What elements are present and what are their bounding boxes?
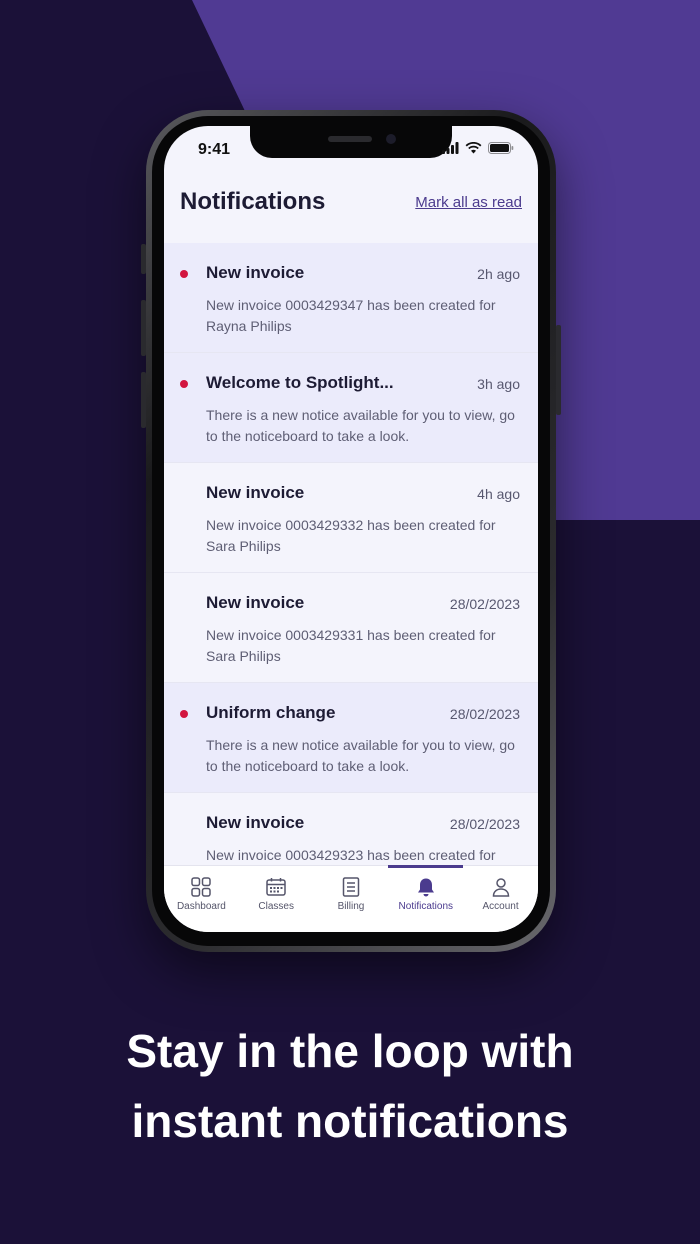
bell-icon	[417, 878, 434, 897]
marketing-caption: Stay in the loop with instant notificati…	[0, 1016, 700, 1156]
notification-title: New invoice	[206, 593, 305, 612]
speaker-grille	[328, 136, 372, 142]
notification-title: New invoice	[206, 483, 305, 502]
grid-icon	[191, 877, 212, 897]
phone-volume-up	[141, 300, 146, 356]
notification-time: 2h ago	[477, 266, 520, 282]
status-icons	[442, 142, 514, 154]
tab-label: Classes	[258, 901, 294, 912]
unread-dot	[180, 710, 188, 718]
app-screen: 9:41 Notifications Mark all as read New …	[164, 126, 538, 932]
notification-time: 4h ago	[477, 486, 520, 502]
tab-classes[interactable]: Classes	[239, 866, 314, 932]
tab-label: Dashboard	[176, 901, 226, 912]
notification-body: New invoice 0003429331 has been created …	[206, 627, 496, 664]
notification-body: There is a new notice available for you …	[206, 407, 515, 444]
notification-item[interactable]: Uniform change 28/02/2023 There is a new…	[164, 683, 538, 793]
notification-time: 3h ago	[477, 376, 520, 392]
notification-title: Uniform change	[206, 703, 336, 722]
notification-title: New invoice	[206, 263, 305, 282]
tab-label: Notifications	[398, 901, 454, 912]
notification-list: New invoice 2h ago New invoice 000342934…	[164, 243, 538, 865]
unread-dot	[180, 380, 188, 388]
notification-time: 28/02/2023	[449, 706, 520, 722]
unread-dot	[180, 270, 188, 278]
camera-icon	[386, 134, 396, 144]
notification-body: New invoice 0003429323 has been created …	[206, 847, 496, 863]
phone-notch	[250, 126, 452, 158]
notification-body: New invoice 0003429332 has been created …	[206, 517, 496, 554]
battery-icon	[488, 142, 514, 154]
document-icon	[342, 877, 360, 897]
phone-silent-switch	[141, 244, 146, 274]
tab-billing[interactable]: Billing	[314, 866, 389, 932]
notification-body: There is a new notice available for you …	[206, 737, 515, 774]
status-time: 9:41	[198, 141, 231, 158]
caption-line-2: instant notifications	[131, 1095, 569, 1147]
notification-time: 28/02/2023	[449, 596, 520, 612]
notification-item[interactable]: New invoice 2h ago New invoice 000342934…	[164, 243, 538, 353]
tab-label: Account	[482, 901, 519, 912]
notification-time: 28/02/2023	[449, 816, 520, 832]
notification-body: New invoice 0003429347 has been created …	[206, 297, 496, 334]
tab-bar: Dashboard Classes Billing Notifications …	[164, 865, 538, 932]
tab-account[interactable]: Account	[463, 866, 538, 932]
signal-icon	[442, 142, 459, 154]
wifi-icon	[465, 142, 482, 154]
notification-title: Welcome to Spotlight...	[206, 373, 394, 392]
phone-volume-down	[141, 372, 146, 428]
tab-notifications[interactable]: Notifications	[388, 865, 463, 932]
calendar-icon	[266, 878, 286, 896]
person-icon	[492, 878, 509, 897]
notification-title: New invoice	[206, 813, 305, 832]
tab-label: Billing	[337, 901, 365, 912]
page-title: Notifications	[180, 188, 326, 215]
notification-item[interactable]: Welcome to Spotlight... 3h ago There is …	[164, 353, 538, 463]
mark-all-read-button[interactable]: Mark all as read	[415, 194, 522, 211]
notification-item[interactable]: New invoice 28/02/2023 New invoice 00034…	[164, 793, 538, 865]
notification-item[interactable]: New invoice 28/02/2023 New invoice 00034…	[164, 573, 538, 683]
tab-dashboard[interactable]: Dashboard	[164, 866, 239, 932]
phone-power-button	[556, 325, 561, 415]
caption-line-1: Stay in the loop with	[126, 1025, 574, 1077]
notification-item[interactable]: New invoice 4h ago New invoice 000342933…	[164, 463, 538, 573]
